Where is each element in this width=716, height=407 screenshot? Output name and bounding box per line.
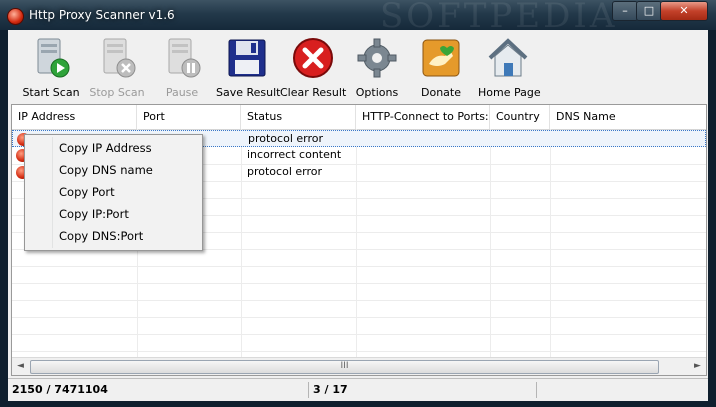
status-bar: 2150 / 7471104 3 / 17: [8, 378, 708, 401]
toolbar-label: Stop Scan: [89, 86, 145, 99]
title-bar[interactable]: SOFTPEDIA Http Proxy Scanner v1.6 – □ ✕: [0, 0, 716, 36]
menu-item-copy-port[interactable]: Copy Port: [59, 181, 115, 203]
menu-item-copy-dns-port[interactable]: Copy DNS:Port: [59, 225, 143, 247]
menu-item-copy-dns-name[interactable]: Copy DNS name: [59, 159, 153, 181]
menu-item-copy-ip-address[interactable]: Copy IP Address: [59, 137, 152, 159]
scroll-thumb[interactable]: III: [30, 360, 659, 374]
scroll-right-arrow[interactable]: ►: [689, 358, 706, 375]
start-scan-button[interactable]: Start Scan: [16, 34, 86, 99]
minimize-button[interactable]: –: [612, 1, 638, 21]
menu-gutter: [52, 137, 53, 248]
stop-scan-button[interactable]: Stop Scan: [88, 34, 146, 99]
scroll-left-arrow[interactable]: ◄: [12, 358, 29, 375]
column-header-country[interactable]: Country: [490, 105, 550, 129]
clear-icon: [293, 38, 333, 78]
table-header: IP Address Port Status HTTP-Connect to P…: [12, 105, 706, 130]
donate-hand-icon: [422, 39, 460, 77]
cell-status: protocol error: [248, 132, 323, 145]
close-button[interactable]: ✕: [660, 1, 708, 21]
toolbar-label: Home Page: [478, 86, 541, 99]
window-title: Http Proxy Scanner v1.6: [29, 8, 175, 22]
clear-result-button[interactable]: Clear Result: [280, 34, 347, 99]
gear-icon: [357, 38, 397, 78]
pause-icon: [168, 38, 201, 78]
table-row: [12, 249, 706, 267]
options-button[interactable]: Options: [350, 34, 404, 99]
context-menu: Copy IP Address Copy DNS name Copy Port …: [24, 134, 203, 251]
home-page-button[interactable]: Home Page: [478, 34, 541, 99]
maximize-button[interactable]: □: [636, 1, 662, 21]
toolbar-label: Start Scan: [22, 86, 80, 99]
start-scan-icon: [37, 38, 70, 78]
home-icon: [488, 38, 528, 77]
status-divider: [536, 382, 537, 398]
toolbar-label: Clear Result: [280, 86, 347, 99]
toolbar-label: Options: [355, 86, 399, 99]
toolbar: Start Scan Stop Scan Pause Save Result C…: [8, 30, 708, 100]
cell-status: protocol error: [247, 165, 322, 178]
app-window: SOFTPEDIA Http Proxy Scanner v1.6 – □ ✕ …: [0, 0, 716, 407]
status-progress: 2150 / 7471104: [12, 383, 108, 396]
column-header-ip[interactable]: IP Address: [12, 105, 137, 129]
column-header-http-connect[interactable]: HTTP-Connect to Ports:: [356, 105, 490, 129]
save-result-button[interactable]: Save Result: [216, 34, 281, 99]
table-row: [12, 334, 706, 352]
status-count: 3 / 17: [313, 383, 348, 396]
cell-status: incorrect content: [247, 148, 342, 161]
app-icon[interactable]: [7, 8, 24, 25]
table-row: [12, 283, 706, 301]
horizontal-scrollbar[interactable]: ◄ III ►: [12, 357, 706, 375]
column-header-dns[interactable]: DNS Name: [550, 105, 706, 129]
table-row: [12, 317, 706, 335]
stop-scan-icon: [103, 38, 136, 78]
toolbar-label: Donate: [421, 86, 461, 99]
toolbar-label: Save Result: [216, 86, 281, 99]
table-row: [12, 300, 706, 318]
donate-button[interactable]: Donate: [412, 34, 470, 99]
status-divider: [308, 382, 309, 398]
column-header-port[interactable]: Port: [137, 105, 241, 129]
pause-button[interactable]: Pause: [152, 34, 212, 99]
floppy-disk-icon: [228, 39, 266, 77]
table-row: [12, 266, 706, 284]
toolbar-label: Pause: [165, 86, 199, 99]
column-header-status[interactable]: Status: [241, 105, 356, 129]
menu-item-copy-ip-port[interactable]: Copy IP:Port: [59, 203, 129, 225]
